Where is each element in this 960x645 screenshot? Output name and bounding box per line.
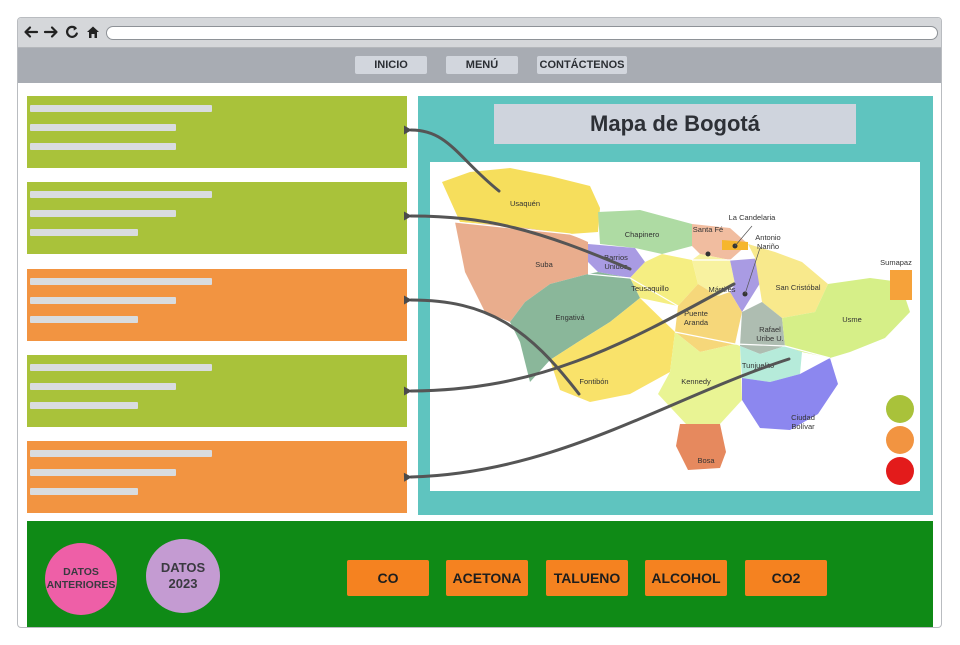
map-panel: Mapa de Bogotá Usaquén Chapinero Santa F…	[418, 96, 933, 515]
placeholder-line	[30, 402, 138, 409]
label-ciudad-bolivar-1: Ciudad	[791, 413, 815, 422]
home-icon[interactable]	[84, 23, 102, 41]
label-barrios-unidos-1: Barrios	[604, 253, 628, 262]
menu-inicio-button[interactable]: INICIO	[355, 56, 427, 74]
label-teusaquillo: Teusaquillo	[631, 284, 669, 293]
label-martires: Mártires	[708, 285, 735, 294]
label-rafael-uribe-1: Rafael	[759, 325, 781, 334]
data-panel-5[interactable]	[27, 441, 407, 513]
map-point-santa-fe	[705, 251, 711, 257]
placeholder-line	[30, 124, 176, 131]
bottom-toolbar: DATOS ANTERIORES DATOS 2023 CO ACETONA T…	[27, 521, 933, 627]
browser-toolbar	[18, 18, 941, 48]
data-2023-button[interactable]: DATOS 2023	[146, 539, 220, 613]
gas-acetona-button[interactable]: ACETONA	[446, 560, 528, 596]
label-barrios-unidos-2: Unidos	[604, 262, 628, 271]
label-chapinero: Chapinero	[625, 230, 660, 239]
label-antonio-narino-2: Nariño	[757, 242, 779, 251]
label-santa-fe: Santa Fé	[693, 225, 723, 234]
gas-talueno-button[interactable]: TALUENO	[546, 560, 628, 596]
placeholder-line	[30, 316, 138, 323]
placeholder-line	[30, 105, 212, 112]
label-sumapaz: Sumapaz	[880, 258, 912, 267]
data-panel-4[interactable]	[27, 355, 407, 427]
reload-icon[interactable]	[63, 23, 81, 41]
address-bar[interactable]	[106, 26, 938, 40]
label-rafael-uribe-2: Uribe U.	[756, 334, 784, 343]
placeholder-line	[30, 364, 212, 371]
bogota-map: Usaquén Chapinero Santa Fé La Candelaria…	[430, 162, 920, 491]
placeholder-line	[30, 297, 176, 304]
label-suba: Suba	[535, 260, 553, 269]
data-panel-1[interactable]	[27, 96, 407, 168]
label-engativa: Engativá	[555, 313, 585, 322]
legend-green-dot	[886, 395, 914, 423]
label-kennedy: Kennedy	[681, 377, 711, 386]
legend-red-dot	[886, 457, 914, 485]
label-puente-aranda-1: Puente	[684, 309, 708, 318]
placeholder-line	[30, 191, 212, 198]
placeholder-line	[30, 229, 138, 236]
label-bosa: Bosa	[697, 456, 715, 465]
gas-co2-button[interactable]: CO2	[745, 560, 827, 596]
data-panel-3[interactable]	[27, 269, 407, 341]
arrow-right-icon[interactable]	[42, 23, 60, 41]
label-fontibon: Fontibón	[579, 377, 608, 386]
data-panel-2[interactable]	[27, 182, 407, 254]
bogota-map-graphic: Usaquén Chapinero Santa Fé La Candelaria…	[442, 168, 912, 470]
gas-co-button[interactable]: CO	[347, 560, 429, 596]
placeholder-line	[30, 383, 176, 390]
label-usme: Usme	[842, 315, 862, 324]
map-title: Mapa de Bogotá	[494, 104, 856, 144]
label-usaquen: Usaquén	[510, 199, 540, 208]
label-san-cristobal: San Cristóbal	[775, 283, 820, 292]
label-la-candelaria: La Candelaria	[729, 213, 777, 222]
arrow-left-icon[interactable]	[22, 23, 40, 41]
placeholder-line	[30, 469, 176, 476]
previous-data-button[interactable]: DATOS ANTERIORES	[45, 543, 117, 615]
locality-sumapaz[interactable]	[890, 270, 912, 300]
gas-alcohol-button[interactable]: ALCOHOL	[645, 560, 727, 596]
placeholder-line	[30, 210, 176, 217]
placeholder-line	[30, 278, 212, 285]
placeholder-line	[30, 450, 212, 457]
legend-orange-dot	[886, 426, 914, 454]
placeholder-line	[30, 488, 138, 495]
browser-window: INICIO MENÚ CONTÁCTENOS Mapa de Bogotá U…	[17, 17, 942, 628]
label-tunjuelito: Tunjuelito	[742, 361, 774, 370]
menu-menu-button[interactable]: MENÚ	[446, 56, 518, 74]
label-antonio-narino-1: Antonio	[755, 233, 780, 242]
label-puente-aranda-2: Aranda	[684, 318, 709, 327]
placeholder-line	[30, 143, 176, 150]
site-menu: INICIO MENÚ CONTÁCTENOS	[18, 48, 941, 83]
menu-contactenos-button[interactable]: CONTÁCTENOS	[537, 56, 627, 74]
label-ciudad-bolivar-2: Bolívar	[791, 422, 815, 431]
